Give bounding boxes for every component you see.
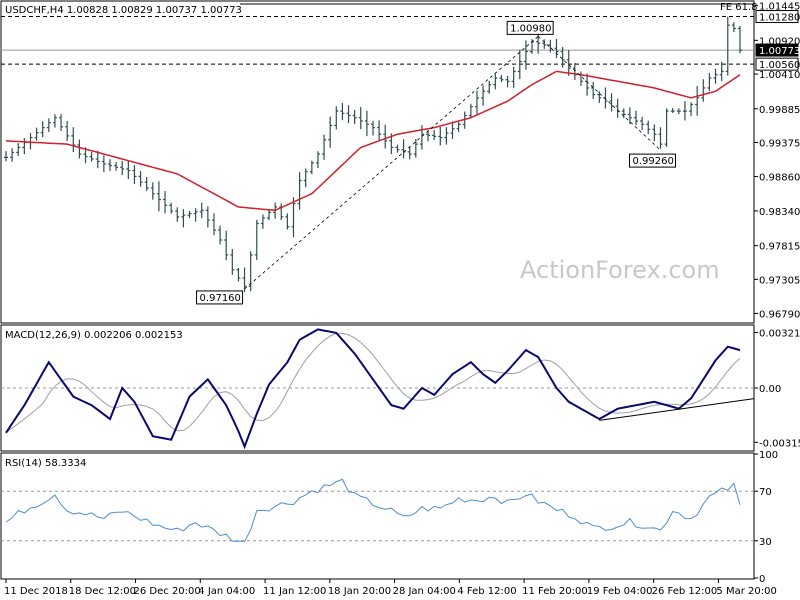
rsi-y-tick-label: 0 [759,574,765,585]
time-tick-label: 26 Dec 20:00 [134,586,201,597]
rsi-header: RSI(14) 58.3334 [5,458,86,469]
chart-canvas: USDCHF,H4 1.00828 1.00829 1.00737 1.0077… [0,0,800,600]
price-y-tick-label: 0.97815 [759,242,800,253]
price-y-tick-label: 0.96790 [759,309,800,320]
price-level-label: 1.01280 [759,13,800,24]
price-y-tick-label: 0.97305 [759,275,800,286]
macd-y-tick-label: 0.003219 [759,329,800,340]
price-header: USDCHF,H4 1.00828 1.00829 1.00737 1.0077… [5,5,242,16]
price-y-tick-label: 0.98860 [759,173,800,184]
time-tick-label: 11 Feb 20:00 [522,586,588,597]
time-tick-label: 26 Feb 12:00 [652,586,718,597]
macd-y-tick-label: 0.00 [759,384,781,395]
chart-background [0,0,800,600]
time-tick-label: 18 Jan 20:00 [328,586,391,597]
price-annotation-label: 0.99260 [632,156,673,167]
time-tick-label: 18 Dec 12:00 [69,586,136,597]
time-tick-label: 28 Jan 04:00 [393,586,456,597]
rsi-y-tick-label: 100 [759,450,778,461]
time-tick-label: 19 Feb 04:00 [587,586,653,597]
price-level-label: 1.00560 [759,60,800,71]
macd-y-tick-label: -0.003153 [759,438,800,449]
rsi-y-tick-label: 30 [759,537,772,548]
rsi-y-tick-label: 70 [759,487,772,498]
price-annotation-label: 1.00980 [510,23,551,34]
time-tick-label: 4 Jan 04:00 [198,586,255,597]
time-tick-label: 11 Jan 12:00 [263,586,326,597]
time-tick-label: 11 Dec 2018 [4,586,68,597]
price-y-tick-label: 1.00410 [759,70,800,81]
price-y-tick-label: 0.99885 [759,105,800,116]
macd-header: MACD(12,26,9) 0.002206 0.002153 [5,330,183,341]
time-tick-label: 4 Feb 12:00 [457,586,516,597]
price-annotation-label: 0.97160 [200,293,241,304]
price-y-tick-label: 0.99375 [759,138,800,149]
watermark: ActionForex.com [520,256,720,284]
time-tick-label: 5 Mar 20:00 [716,586,776,597]
price-level-label: 1.00773 [759,46,800,57]
price-y-tick-label: 0.98340 [759,207,800,218]
